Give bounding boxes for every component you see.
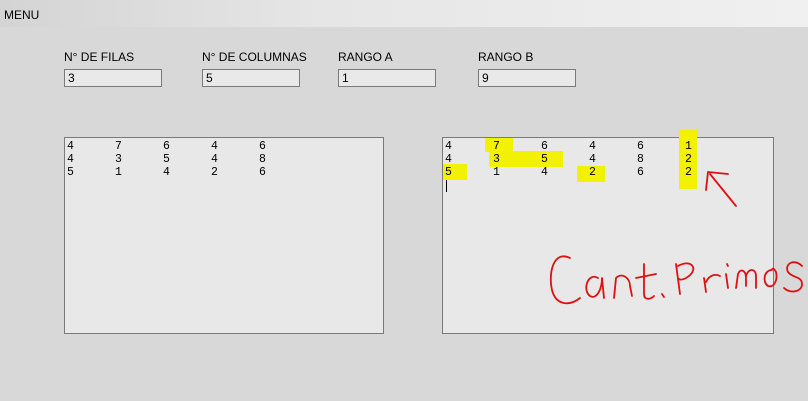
matrix-cell: 6 (541, 140, 548, 153)
matrix-cell: 1 (493, 166, 500, 179)
handwritten-annotation (549, 171, 803, 305)
matrix-cell: 3 (493, 153, 500, 166)
matrix-cell: 6 (637, 140, 644, 153)
matrix-cell: 1 (685, 140, 692, 153)
rango-a-label: RANGO A (338, 50, 393, 64)
matrix-cell: 5 (445, 166, 452, 179)
matrix-cell: 4 (445, 140, 452, 153)
rango-b-label: RANGO B (478, 50, 534, 64)
matrix-cell: 4 (445, 153, 452, 166)
matrix-cell: 4 (211, 153, 218, 166)
matrix-cell: 6 (259, 140, 266, 153)
matrix-cell: 4 (163, 166, 170, 179)
matrix-cell: 4 (589, 140, 596, 153)
matrix-cell: 3 (115, 153, 122, 166)
text-caret (446, 180, 447, 192)
matrix-output-textarea[interactable]: 476464354851426 (64, 137, 384, 334)
menu-item-menu[interactable]: MENU (4, 8, 39, 22)
matrix-cell: 4 (211, 140, 218, 153)
columnas-label: N° DE COLUMNAS (202, 50, 307, 64)
matrix-cell: 4 (67, 140, 74, 153)
matrix-cell: 7 (493, 140, 500, 153)
columnas-input[interactable]: 5 (202, 69, 300, 87)
matrix-cell: 6 (259, 166, 266, 179)
matrix-cell: 5 (163, 153, 170, 166)
rango-b-input[interactable]: 9 (478, 69, 576, 87)
menu-bar: MENU (0, 0, 808, 27)
matrix-cell: 2 (211, 166, 218, 179)
matrix-cell: 1 (115, 166, 122, 179)
matrix-cell: 4 (67, 153, 74, 166)
matrix-cell: 6 (163, 140, 170, 153)
matrix-cell: 8 (259, 153, 266, 166)
matrix-cell: 5 (67, 166, 74, 179)
rango-a-input[interactable]: 1 (338, 69, 436, 87)
filas-label: N° DE FILAS (64, 50, 135, 64)
filas-input[interactable]: 3 (64, 69, 162, 87)
matrix-cell: 7 (115, 140, 122, 153)
